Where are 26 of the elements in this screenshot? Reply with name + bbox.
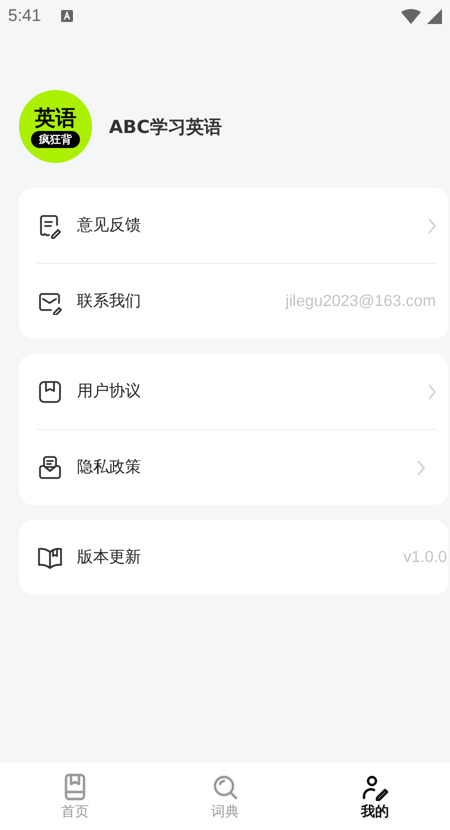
- settings-row[interactable]: 隐私政策: [37, 429, 436, 505]
- inbox-icon: [37, 454, 63, 480]
- settings-row[interactable]: 意见反馈: [37, 188, 447, 263]
- settings-row[interactable]: 用户协议: [37, 354, 447, 429]
- row-label: 联系我们: [77, 291, 141, 312]
- row-label: 用户协议: [77, 381, 141, 402]
- status-time: 5:41: [8, 6, 42, 26]
- chevron-right-icon: [428, 218, 436, 234]
- logo-text: 英语: [34, 106, 76, 130]
- row-label: 版本更新: [77, 547, 141, 568]
- feedback-icon: [37, 212, 63, 238]
- nav-tab[interactable]: 我的: [300, 763, 450, 830]
- app-name: ABC学习英语: [109, 116, 222, 138]
- settings-row[interactable]: 联系我们 jilegu2023@163.com: [37, 263, 436, 339]
- settings-row[interactable]: 版本更新 v1.0.0: [37, 520, 447, 595]
- wifi-icon: [401, 8, 421, 24]
- notification-icon: [61, 10, 74, 22]
- row-label: 隐私政策: [77, 457, 141, 478]
- chevron-right-icon: [417, 460, 425, 476]
- row-label: 意见反馈: [77, 215, 141, 236]
- logo-tag: 疯狂背: [31, 130, 80, 148]
- book-icon: [37, 378, 63, 404]
- row-value: jilegu2023@163.com: [285, 292, 436, 310]
- row-value: v1.0.0: [403, 548, 447, 566]
- chevron-right-icon: [428, 384, 436, 400]
- signal-icon: [427, 8, 442, 24]
